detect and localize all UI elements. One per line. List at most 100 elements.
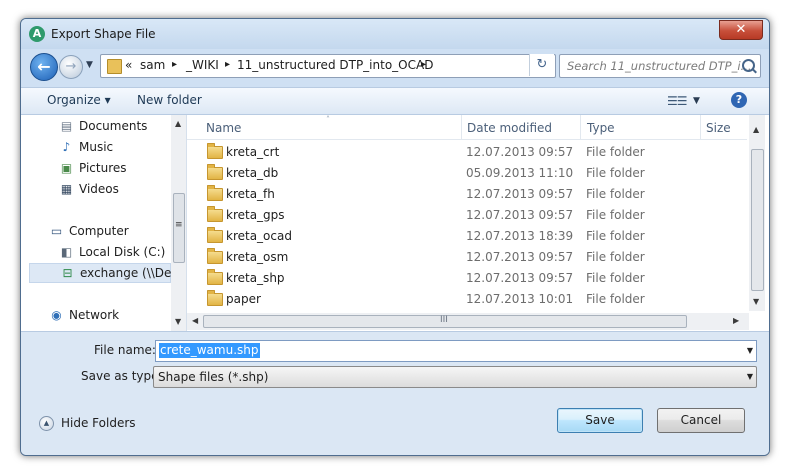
save-as-type-select[interactable]: Shape files (*.shp) ▼ bbox=[153, 366, 757, 388]
sidebar-item-label: Local Disk (C:) bbox=[79, 245, 166, 259]
scroll-down-icon[interactable]: ▼ bbox=[753, 297, 759, 306]
breadcrumb-separator-icon[interactable]: ▸ bbox=[225, 59, 230, 70]
save-as-type-dropdown-icon[interactable]: ▼ bbox=[747, 372, 753, 381]
help-icon[interactable]: ? bbox=[731, 92, 747, 108]
sidebar-item-label: Network bbox=[69, 308, 120, 322]
file-name-label: File name: bbox=[94, 343, 156, 357]
sidebar-item-label: Documents bbox=[79, 119, 148, 133]
sidebar-item-videos[interactable]: ▦ Videos bbox=[21, 180, 171, 200]
column-header-name[interactable]: Name bbox=[206, 121, 241, 135]
file-type: File folder bbox=[586, 166, 645, 180]
save-button[interactable]: Save bbox=[557, 408, 643, 433]
folder-icon bbox=[207, 248, 223, 264]
folder-icon bbox=[207, 185, 223, 201]
back-button[interactable]: ← bbox=[30, 53, 58, 81]
file-type: File folder bbox=[586, 292, 645, 306]
save-options-panel: File name: crete_wamu.shp ▼ Save as type… bbox=[21, 331, 769, 455]
column-divider[interactable] bbox=[461, 115, 462, 139]
search-input[interactable]: Search 11_unstructured DTP_i... bbox=[559, 54, 761, 78]
breadcrumb-separator-icon[interactable]: ▸ bbox=[172, 59, 177, 70]
breadcrumb-current-folder[interactable]: 11_unstructured DTP_into_OCAD bbox=[237, 58, 433, 72]
scroll-down-icon[interactable]: ▼ bbox=[175, 317, 181, 326]
local-disk-icon: ◧ bbox=[60, 245, 73, 259]
sidebar-item-music[interactable]: ♪ Music bbox=[21, 138, 171, 158]
forward-button[interactable]: → bbox=[59, 55, 83, 79]
file-name-value[interactable]: crete_wamu.shp bbox=[159, 343, 260, 358]
sidebar-scroll-thumb[interactable]: ≡ bbox=[173, 193, 185, 263]
column-divider[interactable] bbox=[580, 115, 581, 139]
hide-folders-button[interactable]: Hide Folders bbox=[61, 416, 136, 430]
file-list: ˄ Name Date modified Type Size kreta_crt… bbox=[187, 115, 769, 331]
music-icon: ♪ bbox=[62, 140, 71, 154]
breadcrumb-wiki[interactable]: _WIKI bbox=[186, 58, 219, 72]
file-row[interactable]: kreta_osm 12.07.2013 09:57 File folder bbox=[187, 247, 747, 268]
horizontal-scroll-thumb[interactable]: III bbox=[203, 315, 687, 328]
folder-icon bbox=[207, 227, 223, 243]
sidebar-item-network[interactable]: ◉ Network bbox=[21, 306, 171, 326]
file-name-field[interactable]: crete_wamu.shp ▼ bbox=[155, 340, 757, 362]
search-placeholder: Search 11_unstructured DTP_i... bbox=[567, 59, 752, 73]
sidebar-item-documents[interactable]: ▤ Documents bbox=[21, 117, 171, 137]
file-row[interactable]: kreta_ocad 12.07.2013 18:39 File folder bbox=[187, 226, 747, 247]
file-row[interactable]: kreta_gps 12.07.2013 09:57 File folder bbox=[187, 205, 747, 226]
sidebar-item-pictures[interactable]: ▣ Pictures bbox=[21, 159, 171, 179]
navigation-pane: ▤ Documents ♪ Music ▣ Pictures ▦ Videos … bbox=[21, 115, 187, 331]
file-row[interactable]: kreta_crt 12.07.2013 09:57 File folder bbox=[187, 142, 747, 163]
file-name: paper bbox=[226, 292, 261, 306]
file-name: kreta_fh bbox=[226, 187, 275, 201]
file-list-vertical-scrollbar[interactable]: ▲ ▼ bbox=[749, 115, 765, 311]
title-bar: A Export Shape File ✕ bbox=[21, 19, 769, 49]
file-type: File folder bbox=[586, 250, 645, 264]
file-date: 12.07.2013 09:57 bbox=[466, 250, 574, 264]
column-headers: ˄ Name Date modified Type Size bbox=[187, 115, 747, 140]
sidebar-scrollbar[interactable]: ▲ ≡ ▼ bbox=[171, 115, 186, 331]
address-bar[interactable]: « sam ▸ _WIKI ▸ 11_unstructured DTP_into… bbox=[100, 54, 556, 78]
file-list-horizontal-scrollbar[interactable]: ◀ III ▶ bbox=[187, 313, 749, 330]
file-row[interactable]: kreta_db 05.09.2013 11:10 File folder bbox=[187, 163, 747, 184]
file-date: 12.07.2013 09:57 bbox=[466, 187, 574, 201]
file-name-dropdown-icon[interactable]: ▼ bbox=[747, 346, 753, 355]
file-type: File folder bbox=[586, 208, 645, 222]
organize-button[interactable]: Organize ▾ bbox=[47, 93, 111, 107]
sidebar-item-label: Music bbox=[79, 140, 114, 154]
scroll-left-icon[interactable]: ◀ bbox=[192, 316, 198, 325]
pictures-icon: ▣ bbox=[60, 161, 73, 175]
file-name: kreta_shp bbox=[226, 271, 285, 285]
file-row[interactable]: kreta_fh 12.07.2013 09:57 File folder bbox=[187, 184, 747, 205]
network-icon: ◉ bbox=[51, 308, 62, 322]
new-folder-button[interactable]: New folder bbox=[137, 93, 202, 107]
content-area: ▤ Documents ♪ Music ▣ Pictures ▦ Videos … bbox=[21, 115, 769, 331]
file-date: 12.07.2013 09:57 bbox=[466, 145, 574, 159]
scroll-right-icon[interactable]: ▶ bbox=[733, 316, 739, 325]
breadcrumb-sam[interactable]: sam bbox=[140, 58, 165, 72]
search-icon[interactable] bbox=[742, 59, 755, 72]
close-button[interactable]: ✕ bbox=[719, 20, 763, 40]
file-type: File folder bbox=[586, 271, 645, 285]
column-header-date-modified[interactable]: Date modified bbox=[467, 121, 552, 135]
sidebar-item-computer[interactable]: ▭ Computer bbox=[21, 222, 171, 242]
sidebar-item-local-disk[interactable]: ◧ Local Disk (C:) bbox=[21, 243, 171, 263]
hide-folders-icon[interactable]: ▲ bbox=[39, 416, 54, 431]
column-header-size[interactable]: Size bbox=[706, 121, 731, 135]
breadcrumb-separator-icon[interactable]: ▸ bbox=[421, 59, 426, 70]
file-name: kreta_crt bbox=[226, 145, 280, 159]
scroll-up-icon[interactable]: ▲ bbox=[175, 119, 181, 128]
scroll-up-icon[interactable]: ▲ bbox=[753, 125, 759, 134]
file-row[interactable]: paper 12.07.2013 10:01 File folder bbox=[187, 289, 747, 310]
sidebar-item-label: Videos bbox=[79, 182, 119, 196]
column-header-type[interactable]: Type bbox=[587, 121, 615, 135]
recent-pages-dropdown-icon[interactable]: ▼ bbox=[86, 60, 93, 70]
column-divider[interactable] bbox=[700, 115, 701, 139]
sidebar-item-label: exchange (\\Dell bbox=[80, 266, 172, 280]
change-view-icon[interactable]: ☰☰ bbox=[667, 94, 687, 108]
grip-icon: ≡ bbox=[175, 220, 183, 230]
grip-icon: III bbox=[440, 315, 448, 325]
view-options-dropdown-icon[interactable]: ▼ bbox=[693, 96, 700, 106]
export-shape-file-dialog: A Export Shape File ✕ ← → ▼ « sam ▸ _WIK… bbox=[20, 18, 770, 456]
cancel-button[interactable]: Cancel bbox=[657, 408, 745, 433]
sidebar-item-exchange[interactable]: ⊟ exchange (\\Dell bbox=[29, 263, 172, 283]
breadcrumb-overflow[interactable]: « bbox=[125, 58, 132, 72]
file-row[interactable]: kreta_shp 12.07.2013 09:57 File folder bbox=[187, 268, 747, 289]
vertical-scroll-thumb[interactable] bbox=[751, 149, 764, 291]
refresh-button[interactable]: ↻ bbox=[529, 54, 554, 76]
